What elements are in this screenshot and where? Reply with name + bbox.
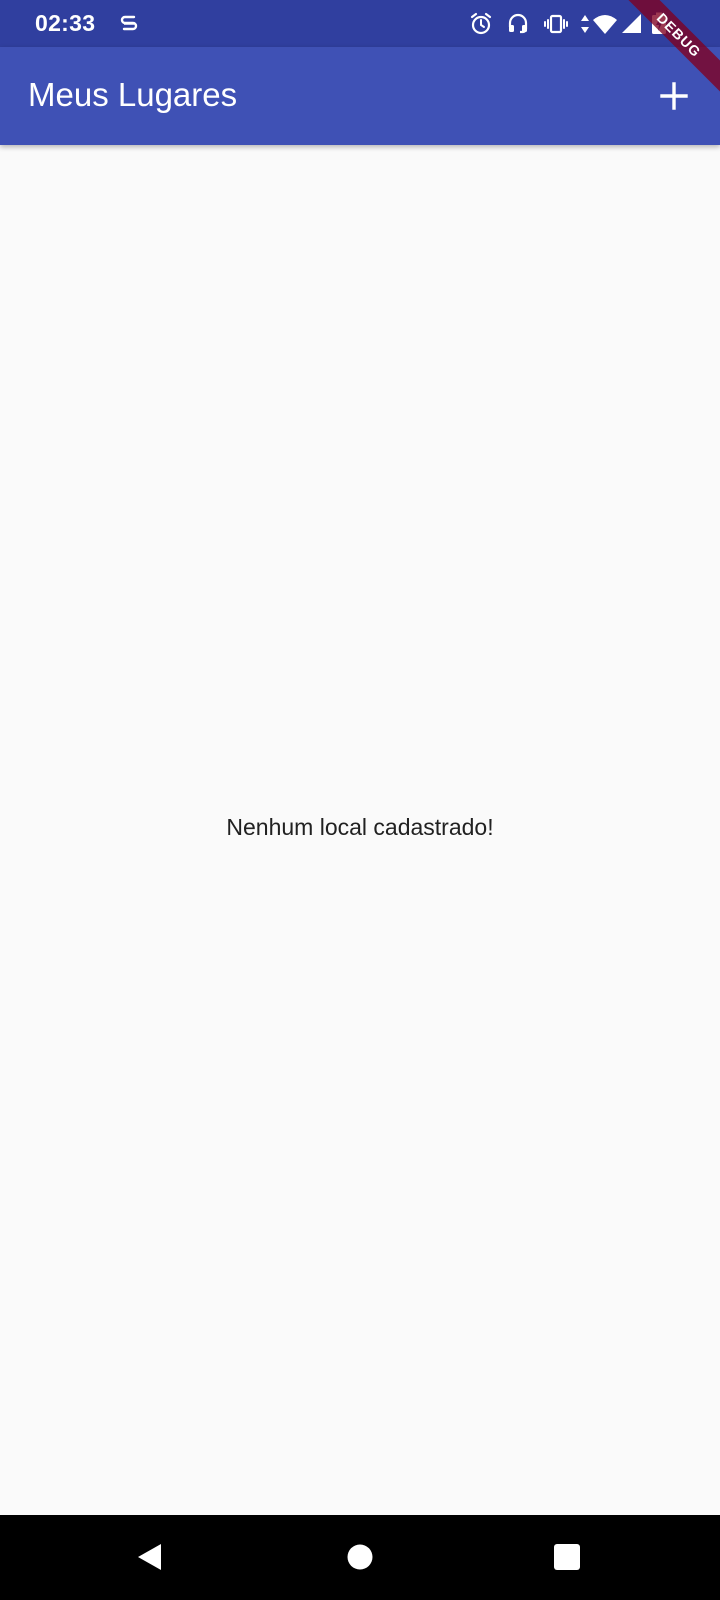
data-arrows-icon: [578, 11, 592, 37]
home-icon: [346, 1543, 374, 1571]
vibrate-icon: [543, 11, 569, 37]
wifi-icon: [592, 11, 618, 37]
back-button[interactable]: [130, 1537, 170, 1577]
add-place-button[interactable]: [650, 72, 698, 120]
back-icon: [135, 1542, 165, 1572]
system-nav-bar: [0, 1515, 720, 1600]
recents-button[interactable]: [547, 1537, 587, 1577]
status-time: 02:33: [35, 10, 96, 36]
add-icon: [659, 81, 689, 111]
app-bar: Meus Lugares: [0, 47, 720, 145]
recents-icon: [553, 1543, 581, 1571]
headset-icon: [505, 11, 531, 37]
s-notification-icon: [116, 11, 142, 37]
battery-charging-icon: [650, 11, 668, 37]
alarm-icon: [468, 11, 494, 37]
home-button[interactable]: [340, 1537, 380, 1577]
places-list-area: Nenhum local cadastrado!: [0, 145, 720, 1515]
signal-icon: [619, 11, 645, 37]
empty-state-message: Nenhum local cadastrado!: [226, 814, 494, 840]
app-title: Meus Lugares: [28, 76, 238, 113]
status-bar: 02:33: [0, 0, 720, 47]
